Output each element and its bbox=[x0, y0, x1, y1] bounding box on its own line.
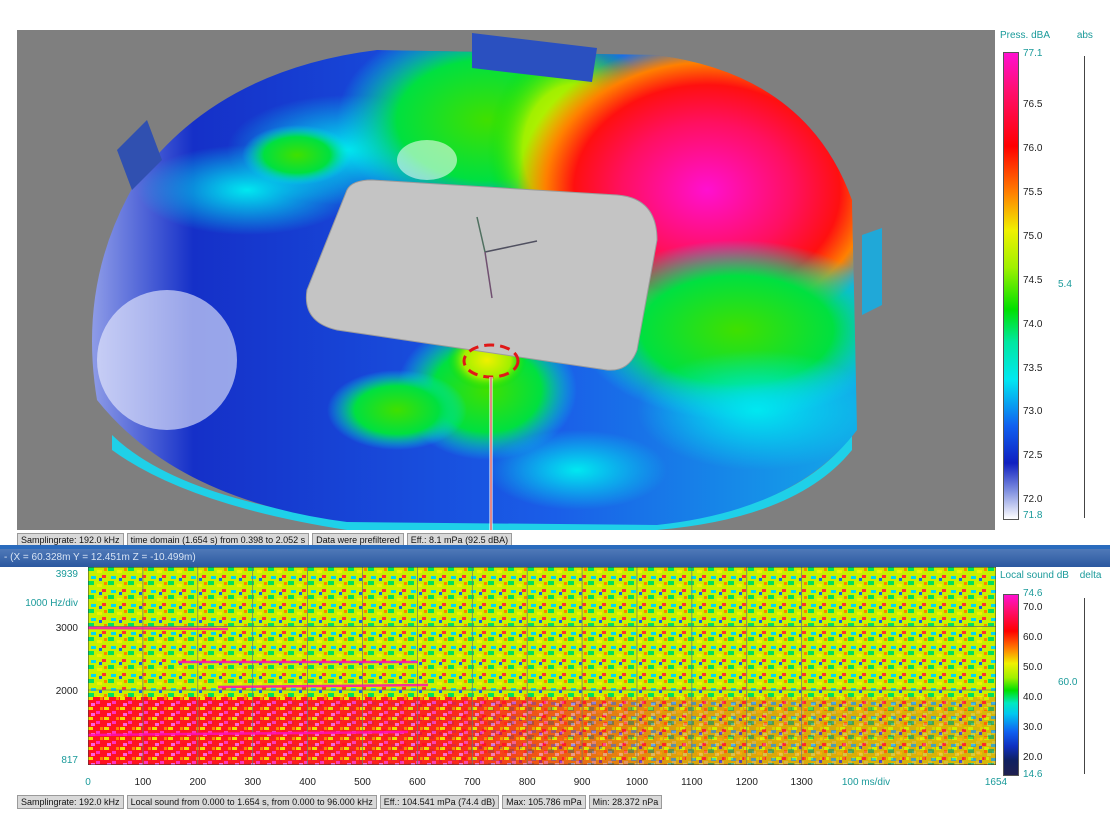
top-colorbar-tick: 75.0 bbox=[1023, 230, 1043, 242]
x-axis-scale-label: 100 ms/div bbox=[841, 777, 891, 788]
top-colorbar-tick: 74.0 bbox=[1023, 318, 1043, 330]
top-colorbar-tick: 73.5 bbox=[1023, 362, 1043, 374]
bottom-status-samplingrate: Samplingrate: 192.0 kHz bbox=[17, 795, 124, 809]
x-tick-label: 0 bbox=[85, 777, 91, 788]
x-tick-label: 900 bbox=[573, 777, 591, 788]
bottom-colorbar-tick: 60.0 bbox=[1023, 631, 1043, 643]
x-tick-label: 700 bbox=[463, 777, 481, 788]
bottom-colorbar-title: Local sound dB delta bbox=[1000, 570, 1101, 581]
bottom-side-value: 60.0 bbox=[1058, 677, 1078, 688]
x-tick-label: 400 bbox=[299, 777, 316, 788]
surface-pressure-svg bbox=[92, 33, 882, 530]
bottom-colorbar-min: 14.6 bbox=[1023, 769, 1043, 780]
bottom-colorbar-max: 74.6 bbox=[1023, 588, 1043, 599]
top-colorbar-tick: 74.5 bbox=[1023, 274, 1043, 286]
cursor-readout: - (X = 60.328m Y = 12.451m Z = -10.499m) bbox=[0, 549, 1110, 567]
bottom-colorbar-tick: 50.0 bbox=[1023, 661, 1043, 673]
top-colorbar-tick: 73.0 bbox=[1023, 406, 1043, 418]
x-tick-label: 1654 bbox=[984, 777, 1008, 788]
spectrogram-plot bbox=[87, 566, 997, 766]
bottom-status-eff: Eff.: 104.541 mPa (74.4 dB) bbox=[379, 795, 500, 809]
spectrogram-svg bbox=[87, 566, 997, 766]
y-tick-2000: 2000 bbox=[55, 686, 78, 697]
x-tick-label: 200 bbox=[189, 777, 207, 788]
x-tick-label: 1300 bbox=[790, 777, 813, 788]
top-colorbar-tick: 72.0 bbox=[1023, 494, 1043, 506]
x-tick-label: 100 bbox=[134, 777, 152, 788]
x-tick-label: 800 bbox=[518, 777, 536, 788]
top-colorbar-max: 77.1 bbox=[1023, 48, 1043, 59]
bottom-status-min: Min: 28.372 nPa bbox=[588, 795, 663, 809]
bottom-colorbar-mode: delta bbox=[1079, 570, 1102, 581]
y-axis-top-label: 3939 bbox=[55, 569, 78, 580]
bottom-colorbar-tick: 30.0 bbox=[1023, 721, 1043, 733]
x-tick-label: 600 bbox=[409, 777, 426, 788]
top-colorbar-tick: 76.5 bbox=[1023, 98, 1043, 110]
top-side-value: 5.4 bbox=[1058, 279, 1072, 290]
top-colorbar-title: Press. dBA abs bbox=[1000, 30, 1093, 41]
top-side-scale bbox=[1084, 56, 1085, 518]
y-tick-3000: 3000 bbox=[55, 623, 78, 634]
speaker-block-right bbox=[862, 228, 882, 315]
x-tick-label: 1000 bbox=[625, 777, 649, 788]
top-colorbar bbox=[1003, 52, 1019, 520]
bottom-colorbar-label: Local sound dB bbox=[1000, 570, 1069, 581]
bottom-colorbar-tick: 70.0 bbox=[1023, 601, 1043, 613]
y-axis-bottom-label: 817 bbox=[61, 755, 78, 766]
spectrogram-low-band bbox=[88, 697, 996, 765]
bottom-status-bar: Samplingrate: 192.0 kHz Local sound from … bbox=[17, 795, 665, 809]
bottom-status-local-sound: Local sound from 0.000 to 1.654 s, from … bbox=[126, 795, 377, 809]
x-tick-label: 1100 bbox=[681, 777, 703, 788]
y-axis-scale-label: 1000 Hz/div bbox=[25, 598, 78, 609]
x-tick-label: 500 bbox=[354, 777, 371, 788]
top-colorbar-tick: 72.5 bbox=[1023, 450, 1043, 462]
bottom-colorbar-tick: 40.0 bbox=[1023, 691, 1043, 703]
x-tick-label: 1200 bbox=[735, 777, 758, 788]
bottom-colorbar-tick: 20.0 bbox=[1023, 751, 1043, 763]
top-colorbar-tick: 76.0 bbox=[1023, 142, 1043, 154]
top-colorbar-min: 71.8 bbox=[1023, 510, 1043, 521]
bottom-status-max: Max: 105.786 mPa bbox=[502, 795, 586, 809]
bottom-colorbar bbox=[1003, 594, 1019, 776]
top-colorbar-tick: 75.5 bbox=[1023, 186, 1043, 198]
top-colorbar-label: Press. dBA bbox=[1000, 30, 1051, 41]
top-colorbar-mode: abs bbox=[1076, 30, 1093, 41]
bottom-side-scale bbox=[1084, 598, 1085, 774]
x-tick-label: 300 bbox=[244, 777, 262, 788]
surface-pressure-plot bbox=[17, 30, 995, 530]
